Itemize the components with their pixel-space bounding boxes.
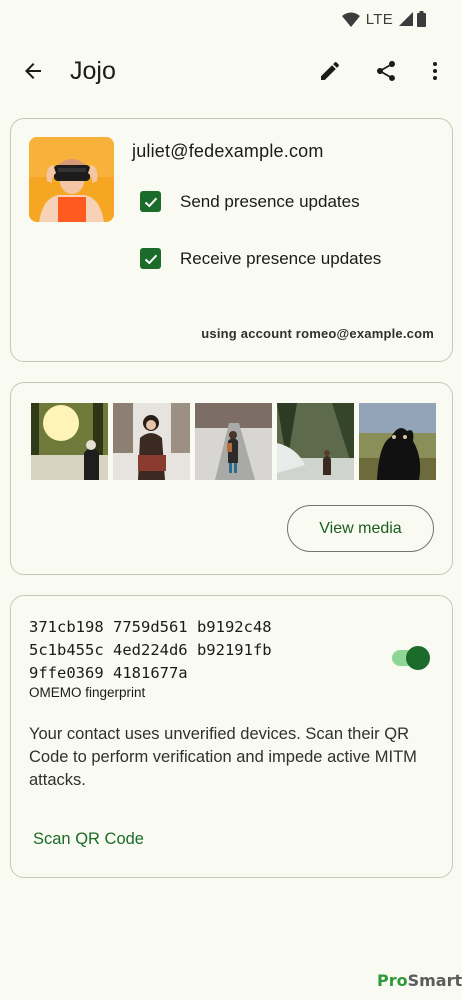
media-thumbnail[interactable] bbox=[277, 403, 354, 480]
app-bar: Jojo bbox=[0, 44, 462, 98]
watermark-logo: ProSmart bbox=[377, 971, 462, 990]
receive-presence-checkbox[interactable]: Receive presence updates bbox=[140, 248, 381, 269]
fingerprint-line: 9ffe0369 4181677a bbox=[29, 664, 188, 682]
watermark-part: Smart bbox=[407, 971, 462, 990]
checkbox-checked-icon bbox=[140, 248, 161, 269]
signal-icon bbox=[399, 12, 413, 26]
battery-icon bbox=[417, 11, 426, 27]
toggle-thumb bbox=[406, 646, 430, 670]
verification-warning: Your contact uses unverified devices. Sc… bbox=[29, 725, 417, 789]
scan-qr-code-button[interactable]: Scan QR Code bbox=[33, 830, 144, 849]
share-icon bbox=[377, 61, 395, 81]
edit-icon bbox=[321, 61, 340, 80]
omemo-card: 371cb198 7759d561 b9192c48 5c1b455c 4ed22… bbox=[10, 595, 453, 878]
edit-button[interactable] bbox=[308, 49, 352, 93]
view-media-button[interactable]: View media bbox=[287, 505, 434, 552]
share-button[interactable] bbox=[364, 49, 408, 93]
checkbox-checked-icon bbox=[140, 191, 161, 212]
contact-card: juliet@fedexample.com Send presence upda… bbox=[10, 118, 453, 362]
watermark-part: Pro bbox=[377, 971, 408, 990]
network-type: LTE bbox=[365, 10, 393, 28]
back-button[interactable] bbox=[11, 49, 55, 93]
media-thumbnails bbox=[31, 403, 436, 480]
media-thumbnail[interactable] bbox=[195, 403, 272, 480]
contact-jid: juliet@fedexample.com bbox=[132, 141, 324, 161]
fingerprint-label: OMEMO fingerprint bbox=[29, 685, 146, 700]
fingerprint-line: 5c1b455c 4ed224d6 b92191fb bbox=[29, 641, 272, 659]
status-bar: LTE bbox=[0, 0, 462, 38]
account-info: using account romeo@example.com bbox=[201, 326, 434, 341]
avatar[interactable] bbox=[29, 137, 114, 222]
page-title: Jojo bbox=[70, 56, 116, 85]
receive-presence-label: Receive presence updates bbox=[180, 248, 382, 268]
back-arrow-icon bbox=[25, 63, 41, 79]
media-thumbnail[interactable] bbox=[31, 403, 108, 480]
omemo-fingerprint: 371cb198 7759d561 b9192c48 5c1b455c 4ed22… bbox=[29, 616, 272, 685]
media-card: View media bbox=[10, 382, 453, 575]
fingerprint-line: 371cb198 7759d561 b9192c48 bbox=[29, 618, 272, 636]
wifi-icon bbox=[341, 12, 360, 27]
send-presence-checkbox[interactable]: Send presence updates bbox=[140, 191, 360, 212]
trust-toggle[interactable] bbox=[392, 646, 432, 670]
media-thumbnail[interactable] bbox=[113, 403, 190, 480]
media-thumbnail[interactable] bbox=[359, 403, 436, 480]
send-presence-label: Send presence updates bbox=[180, 191, 360, 211]
more-vert-icon bbox=[433, 62, 437, 80]
more-options-button[interactable] bbox=[413, 49, 457, 93]
